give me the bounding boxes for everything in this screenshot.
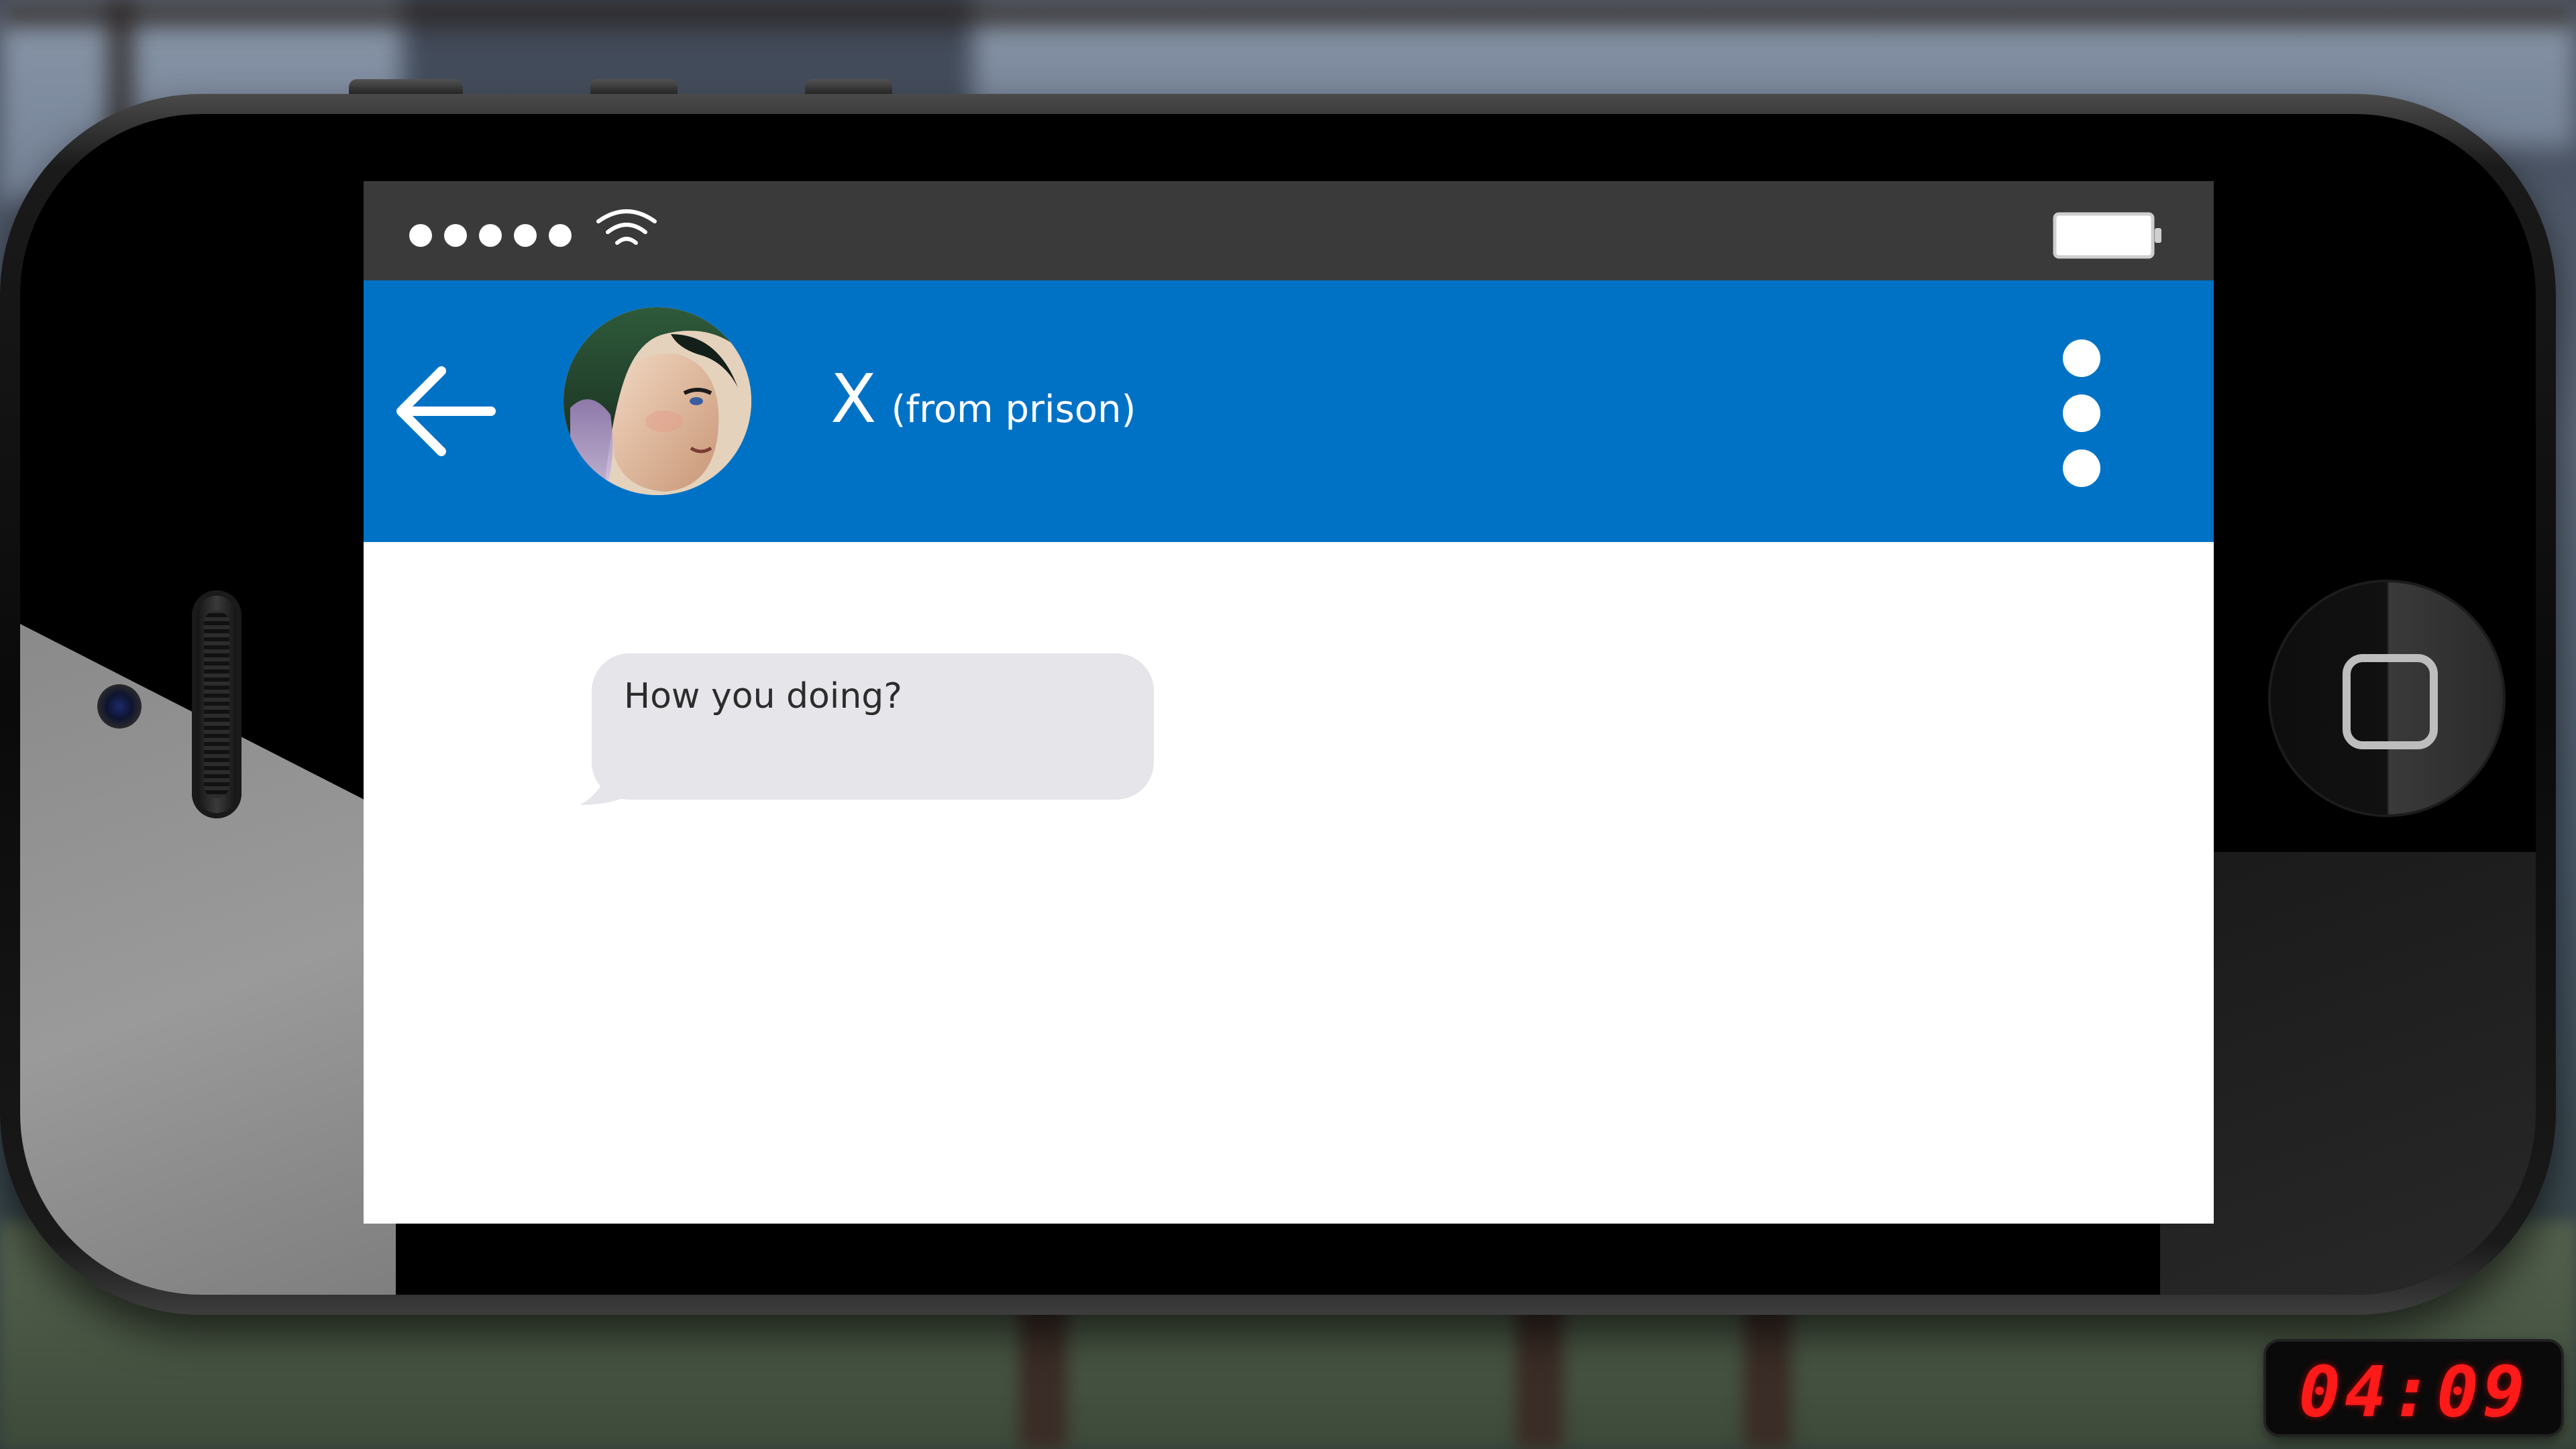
signal-strength-icon	[409, 224, 572, 247]
contact-avatar[interactable]	[564, 307, 751, 495]
earpiece-speaker	[192, 590, 241, 818]
signal-dot	[479, 224, 502, 247]
vertical-dots-icon	[2063, 339, 2100, 377]
chat-messages: How you doing?	[364, 542, 2214, 1224]
signal-dot	[549, 224, 572, 247]
wifi-icon	[596, 209, 657, 245]
vertical-dots-icon	[2063, 394, 2100, 432]
game-scene: X (from prison) How you doing? 04:09	[0, 0, 2576, 1449]
countdown-timer: 04:09	[2266, 1342, 2561, 1434]
chat-header: X (from prison)	[364, 280, 2214, 542]
vertical-dots-icon	[2063, 449, 2100, 487]
background-table-leg	[1744, 1301, 1791, 1449]
home-button[interactable]	[2271, 582, 2503, 814]
background-table-leg	[1020, 1301, 1067, 1449]
contact-name-subtitle: (from prison)	[891, 388, 1136, 431]
status-bar	[364, 181, 2214, 280]
background-beam	[0, 0, 2576, 27]
front-camera-icon	[97, 684, 142, 729]
avatar-portrait-icon	[564, 307, 751, 495]
contact-name-main: X	[830, 360, 877, 438]
back-arrow-icon[interactable]	[388, 354, 502, 468]
contact-name: X (from prison)	[830, 360, 1136, 438]
incoming-message-bubble: How you doing?	[592, 653, 1154, 800]
signal-dot	[409, 224, 432, 247]
timer-value: 04:09	[2298, 1351, 2529, 1433]
more-options-button[interactable]	[2054, 339, 2108, 487]
signal-dot	[514, 224, 537, 247]
signal-dot	[444, 224, 467, 247]
phone-screen: X (from prison) How you doing?	[364, 181, 2214, 1224]
battery-icon	[2053, 212, 2161, 259]
message-text: How you doing?	[624, 676, 902, 716]
phone-right-reflection	[2160, 852, 2536, 1295]
home-square-icon	[2343, 654, 2438, 749]
background-table-leg	[1516, 1301, 1563, 1449]
